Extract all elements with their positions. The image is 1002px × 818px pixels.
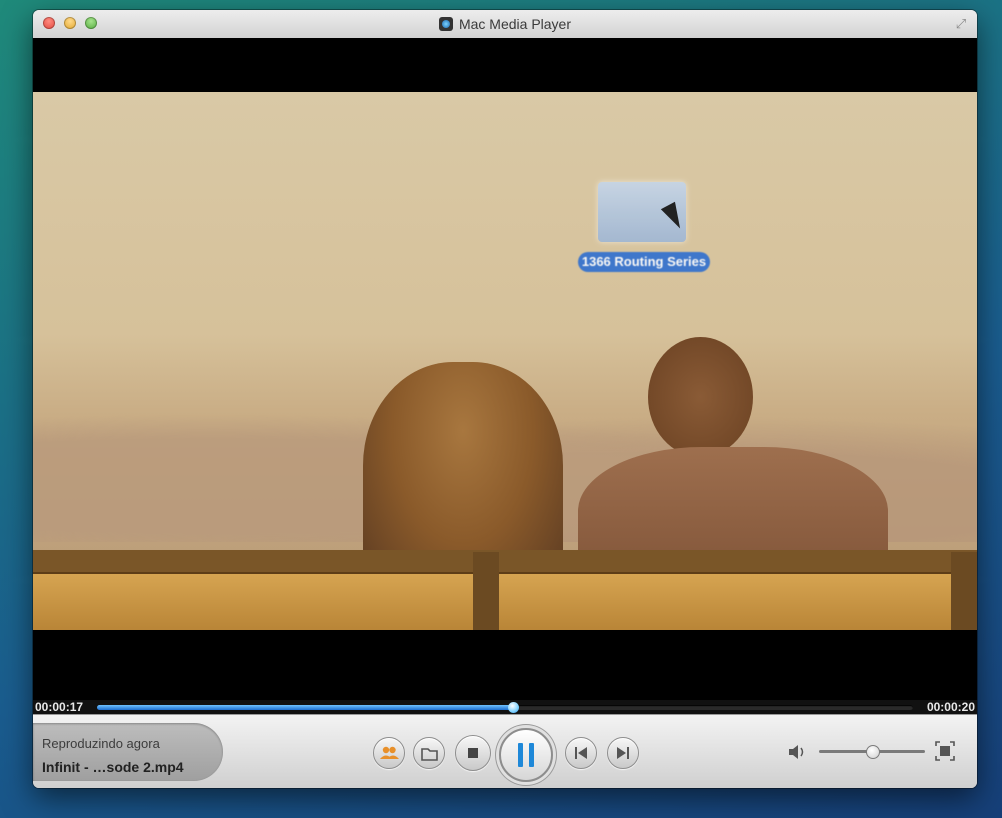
seek-bar-fill bbox=[97, 705, 514, 710]
seek-bar-knob[interactable] bbox=[508, 702, 520, 713]
video-bench bbox=[33, 572, 977, 630]
video-person-right-head bbox=[648, 337, 753, 457]
skip-next-icon bbox=[617, 747, 629, 759]
folder-open-icon bbox=[421, 748, 438, 761]
volume-slider[interactable] bbox=[819, 745, 925, 759]
pause-icon bbox=[518, 743, 534, 767]
skip-previous-icon bbox=[575, 747, 587, 759]
play-pause-button[interactable] bbox=[499, 728, 553, 782]
speaker-icon[interactable] bbox=[787, 743, 809, 761]
expand-arrows-icon[interactable]: ⤢ bbox=[953, 16, 969, 32]
video-bench-back bbox=[33, 550, 977, 572]
app-icon bbox=[438, 17, 453, 31]
now-playing-panel: Reproduzindo agora Infinit - …sode 2.mp4 bbox=[33, 723, 223, 781]
window-title: Mac Media Player bbox=[458, 16, 572, 32]
stop-button[interactable] bbox=[455, 735, 491, 771]
volume-knob[interactable] bbox=[866, 745, 880, 759]
progress-row: 00:00:17 00:00:20 bbox=[33, 700, 977, 714]
now-playing-file: Infinit - …sode 2.mp4 bbox=[42, 759, 184, 775]
title-bar[interactable]: Mac Media Player ⤢ bbox=[33, 10, 977, 39]
video-viewport[interactable]: 1366 Routing Series bbox=[33, 38, 977, 700]
next-track-button[interactable] bbox=[607, 737, 639, 769]
window-title-wrap: Mac Media Player bbox=[33, 16, 977, 32]
control-bar: Reproduzindo agora Infinit - …sode 2.mp4 bbox=[33, 714, 977, 788]
people-share-icon bbox=[380, 746, 399, 759]
previous-track-button[interactable] bbox=[565, 737, 597, 769]
desktop-folder-label[interactable]: 1366 Routing Series bbox=[578, 252, 710, 272]
seek-bar[interactable] bbox=[97, 702, 913, 713]
now-playing-label: Reproduzindo agora bbox=[42, 736, 160, 751]
stop-icon bbox=[468, 748, 478, 758]
media-player-window: Mac Media Player ⤢ 1366 Routing Series 0… bbox=[33, 10, 977, 788]
total-time: 00:00:20 bbox=[926, 700, 975, 714]
open-file-button[interactable] bbox=[413, 737, 445, 769]
video-bench-post bbox=[473, 552, 499, 630]
elapsed-time: 00:00:17 bbox=[35, 700, 84, 714]
fullscreen-icon[interactable] bbox=[935, 741, 955, 761]
video-frame: 1366 Routing Series bbox=[33, 92, 977, 630]
share-button[interactable] bbox=[373, 737, 405, 769]
video-bench-post bbox=[951, 552, 977, 630]
